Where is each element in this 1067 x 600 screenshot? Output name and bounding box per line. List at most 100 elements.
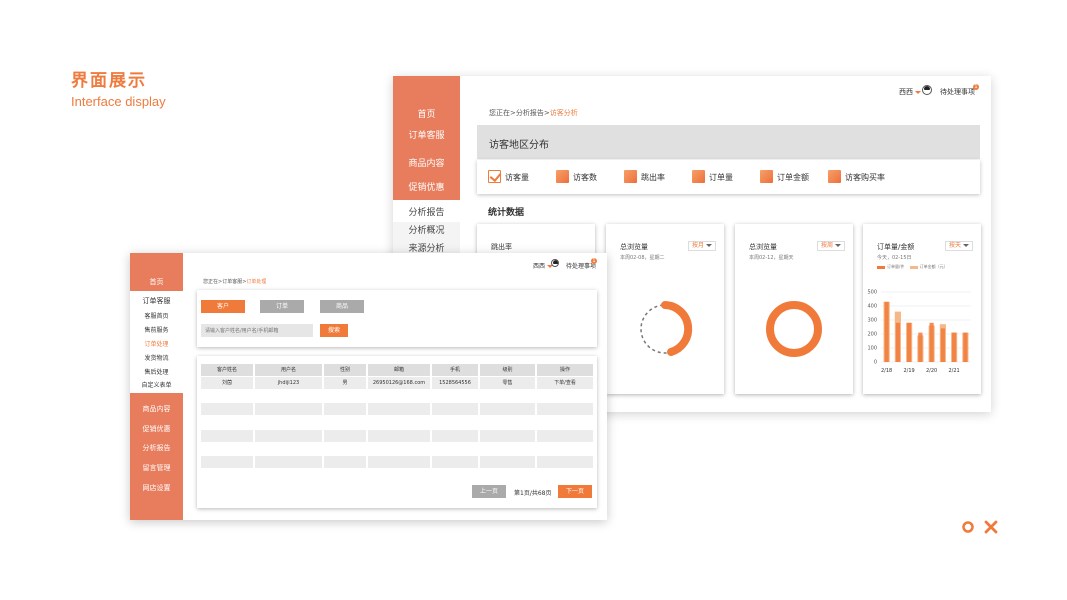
table-cell: 刘茵 bbox=[201, 377, 253, 389]
card-title: 总浏览量 bbox=[749, 243, 777, 251]
sidebar-item-promotions[interactable]: 促销优惠 bbox=[130, 424, 183, 434]
chart-legend: 订单量/件 订单金额（元） bbox=[877, 264, 948, 270]
sidebar-item-home[interactable]: 首页 bbox=[130, 277, 183, 287]
table-cell bbox=[255, 430, 322, 442]
heading-zh: 界面展示 bbox=[71, 71, 147, 91]
sidebar-sub-presale[interactable]: 售前服务 bbox=[130, 325, 183, 334]
card-page-views-weekly: 总浏览量 本周02-12，星期天 按周 bbox=[735, 224, 853, 394]
metric-label: 订单金额 bbox=[777, 173, 809, 182]
y-tick-label: 200 bbox=[867, 332, 877, 338]
todo-badge: 1 bbox=[591, 258, 597, 264]
bar-orders bbox=[907, 322, 912, 362]
next-page-button[interactable]: 下一页 bbox=[558, 485, 592, 498]
tab-product[interactable]: 商品 bbox=[320, 300, 364, 313]
metric-checkbox-order-amount[interactable] bbox=[760, 170, 773, 183]
table-row bbox=[201, 430, 593, 442]
card-subtitle: 本周02-08，星期二 bbox=[620, 255, 665, 261]
card-page-views-monthly: 总浏览量 本周02-08，星期二 按月 bbox=[606, 224, 724, 394]
metric-checkbox-bounce[interactable] bbox=[624, 170, 637, 183]
sidebar-sub-aftersale[interactable]: 售后处理 bbox=[130, 367, 183, 376]
metric-checkbox-visits[interactable] bbox=[488, 170, 501, 183]
sidebar-item-product-content[interactable]: 商品内容 bbox=[130, 404, 183, 414]
prev-page-button[interactable]: 上一页 bbox=[472, 485, 506, 498]
avatar[interactable] bbox=[551, 259, 559, 267]
legend-swatch-amount bbox=[909, 265, 918, 269]
table-cell: 零售 bbox=[480, 377, 535, 389]
sidebar-item-analysis-overview[interactable]: 分析概况 bbox=[393, 223, 460, 236]
table-cell bbox=[368, 430, 430, 442]
table-header-cell: 级别 bbox=[480, 364, 535, 376]
section-heading: 界面展示 Interface display bbox=[71, 66, 166, 109]
x-tick-label: 2/21 bbox=[949, 368, 960, 374]
table-cell bbox=[432, 430, 478, 442]
table-cell bbox=[324, 456, 366, 468]
bar-orders bbox=[884, 301, 889, 362]
table-cell: 男 bbox=[324, 377, 366, 389]
sidebar-item-analysis-report[interactable]: 分析报告 bbox=[393, 205, 460, 218]
table-cell bbox=[324, 403, 366, 415]
table-cell bbox=[537, 430, 593, 442]
tab-customer[interactable]: 客户 bbox=[201, 300, 245, 313]
order-service-window: 首页 订单客服 客服首页 售前服务 订单处理 发货物流 售后处理 自定义表单 商… bbox=[130, 253, 607, 520]
card-title: 总浏览量 bbox=[620, 243, 648, 251]
breadcrumb: 您正在>订单客服>订单处理 bbox=[203, 279, 267, 285]
table-cell bbox=[368, 403, 430, 415]
period-select[interactable]: 按天 bbox=[945, 241, 974, 251]
table-cell: jhdiji123 bbox=[255, 377, 322, 389]
legend-label: 订单金额（元） bbox=[919, 264, 948, 269]
metric-checkbox-visitors[interactable] bbox=[556, 170, 569, 183]
table-cell bbox=[255, 403, 322, 415]
user-menu[interactable]: 西西 bbox=[533, 261, 554, 270]
y-tick-label: 400 bbox=[867, 304, 877, 310]
table-cell[interactable]: 下单/查看 bbox=[537, 377, 593, 389]
avatar[interactable] bbox=[922, 85, 932, 95]
sidebar-item-product-content[interactable]: 商品内容 bbox=[393, 156, 460, 169]
bar-orders bbox=[952, 332, 957, 362]
bar-orders bbox=[929, 322, 934, 362]
x-tick-label: 2/18 bbox=[881, 368, 892, 374]
table-cell bbox=[432, 403, 478, 415]
sidebar-item-home[interactable]: 首页 bbox=[393, 107, 460, 120]
sidebar-item-order-service[interactable]: 订单客服 bbox=[130, 296, 183, 306]
sidebar-item-messages[interactable]: 留言管理 bbox=[130, 463, 183, 473]
metric-label: 跳出率 bbox=[641, 173, 665, 182]
period-select[interactable]: 按月 bbox=[688, 241, 717, 251]
table-cell bbox=[201, 456, 253, 468]
sidebar-sub-shipping[interactable]: 发货物流 bbox=[130, 353, 183, 362]
sidebar-item-order-service[interactable]: 订单客服 bbox=[393, 128, 460, 141]
table-cell bbox=[480, 430, 535, 442]
donut-chart-monthly bbox=[640, 301, 693, 356]
sidebar-sub-service-home[interactable]: 客服首页 bbox=[130, 311, 183, 320]
y-tick-label: 0 bbox=[874, 360, 877, 366]
sidebar-item-promotions[interactable]: 促销优惠 bbox=[393, 180, 460, 193]
metric-label: 访客购买率 bbox=[845, 173, 885, 182]
table-cell bbox=[432, 456, 478, 468]
search-input[interactable] bbox=[201, 324, 313, 337]
sidebar-sub-custom-form[interactable]: 自定义表单 bbox=[130, 380, 183, 389]
table-header-row: 客户姓名 用户名 性别 邮箱 手机 级别 操作 bbox=[201, 364, 593, 376]
table-cell bbox=[537, 456, 593, 468]
metric-checkbox-purchase-rate[interactable] bbox=[828, 170, 841, 183]
chevron-down-icon bbox=[835, 244, 842, 247]
todo-link[interactable]: 待处理事项 bbox=[940, 87, 975, 97]
legend-label: 订单量/件 bbox=[887, 264, 905, 269]
user-menu[interactable]: 西西 bbox=[899, 87, 921, 97]
x-tick-label: 2/19 bbox=[904, 368, 915, 374]
metric-label: 访客量 bbox=[505, 173, 529, 182]
table-row[interactable]: 刘茵 jhdiji123 男 26950126@168.com 1528564556 零售… bbox=[201, 377, 593, 389]
card-title: 订单量/金额 bbox=[877, 243, 915, 251]
metric-checkbox-orders[interactable] bbox=[692, 170, 705, 183]
user-name: 西西 bbox=[533, 263, 546, 270]
metric-label: 订单量 bbox=[709, 173, 733, 182]
card-orders-amount: 订单量/金额 今天，02-15日 按天 订单量/件 订单金额（元） 0 100 20… bbox=[863, 224, 981, 394]
table-cell bbox=[255, 456, 322, 468]
sidebar-item-store-settings[interactable]: 网店设置 bbox=[130, 483, 183, 493]
search-button[interactable]: 搜索 bbox=[320, 324, 348, 337]
region-distribution-header: 访客地区分布 bbox=[477, 125, 980, 159]
period-select[interactable]: 按周 bbox=[817, 241, 846, 251]
table-cell bbox=[368, 456, 430, 468]
sidebar-item-analysis-report[interactable]: 分析报告 bbox=[130, 443, 183, 453]
table-header-cell: 操作 bbox=[537, 364, 593, 376]
tab-order[interactable]: 订单 bbox=[260, 300, 304, 313]
sidebar-sub-order-processing[interactable]: 订单处理 bbox=[130, 339, 183, 348]
